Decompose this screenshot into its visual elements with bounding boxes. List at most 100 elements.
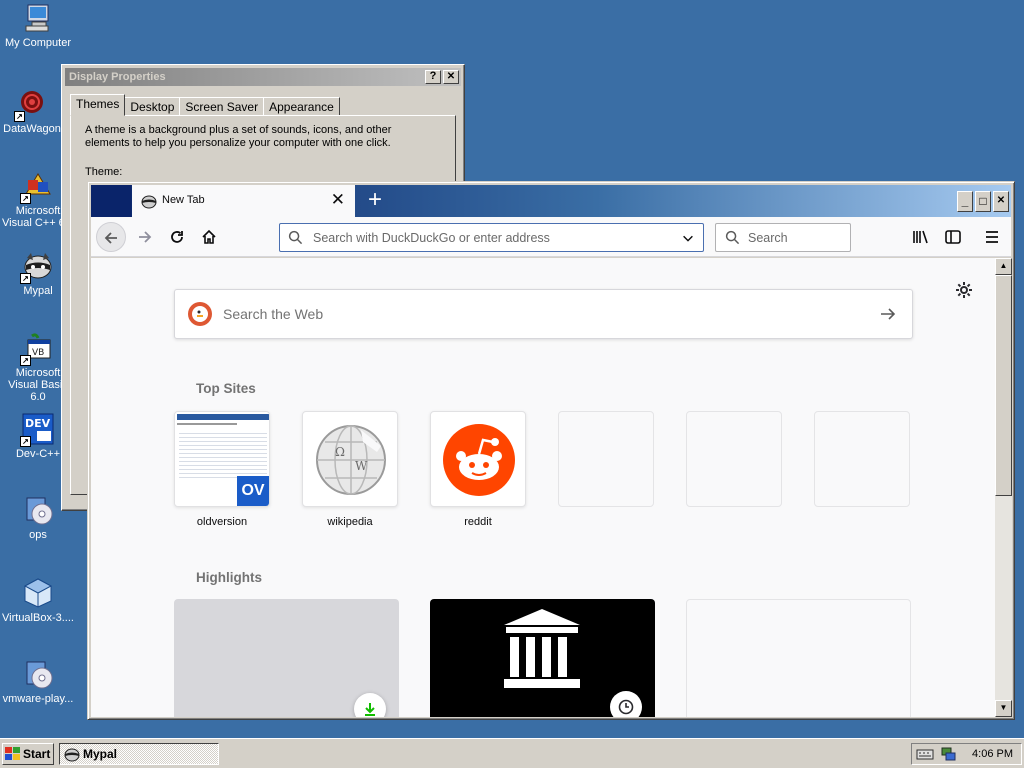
navigation-toolbar <box>91 217 1011 257</box>
top-site-tile-reddit[interactable] <box>430 411 526 507</box>
forward-arrow-icon <box>139 231 152 243</box>
home-button[interactable] <box>194 222 224 252</box>
network-icon[interactable] <box>940 746 956 762</box>
scroll-up-button[interactable]: ▲ <box>995 258 1012 275</box>
top-site-tile-wikipedia[interactable]: Ω W <box>302 411 398 507</box>
address-input[interactable] <box>311 228 671 247</box>
shortcut-arrow-icon: ↗ <box>20 193 31 204</box>
new-tab-button[interactable]: + <box>361 186 389 216</box>
clock[interactable]: 4:06 PM <box>972 748 1013 760</box>
download-icon <box>354 693 386 717</box>
home-icon <box>202 229 216 244</box>
display-properties-titlebar[interactable]: Display Properties ? ✕ <box>65 68 461 86</box>
svg-text:VB: VB <box>32 348 44 358</box>
highlight-card[interactable] <box>430 599 655 717</box>
computer-icon <box>22 2 54 34</box>
top-site-tile-empty[interactable] <box>686 411 782 507</box>
scroll-down-button[interactable]: ▼ <box>995 700 1012 717</box>
highlight-card-empty[interactable] <box>686 599 911 717</box>
top-site-label[interactable]: wikipedia <box>302 516 398 528</box>
top-site-tile-oldversion[interactable]: OV <box>174 411 270 507</box>
tab-title: New Tab <box>162 194 205 206</box>
duckduckgo-icon <box>188 302 212 326</box>
new-tab-page: Top Sites OV Ω W <box>91 258 995 717</box>
desktop-icon-vmware[interactable]: vmware-play... <box>0 658 76 705</box>
vertical-scrollbar[interactable]: ▲ ▼ <box>995 258 1012 717</box>
visual-basic-icon: VB ↗ <box>20 332 54 366</box>
mypal-raccoon-icon <box>64 748 80 762</box>
search-icon <box>725 230 740 245</box>
close-tab-icon[interactable]: ✕ <box>331 191 345 209</box>
reload-icon <box>171 231 183 243</box>
gear-icon[interactable] <box>955 281 973 299</box>
tab-screen-saver[interactable]: Screen Saver <box>179 97 265 116</box>
desktop-icon-label: DataWagon <box>3 123 61 135</box>
shortcut-arrow-icon: ↗ <box>20 355 31 366</box>
shortcut-arrow-icon: ↗ <box>20 436 31 447</box>
desktop-icon-virtualbox[interactable]: VirtualBox-3.... <box>0 577 76 624</box>
back-button[interactable] <box>96 222 126 252</box>
scroll-thumb[interactable] <box>995 275 1012 496</box>
minimize-button[interactable]: _ <box>957 191 973 212</box>
top-site-tile-empty[interactable] <box>558 411 654 507</box>
themes-description: A theme is a background plus a set of so… <box>85 124 392 149</box>
taskbar: Start Mypal 4:06 PM <box>0 738 1024 768</box>
arrow-right-icon[interactable] <box>879 305 897 323</box>
start-button[interactable]: Start <box>2 743 54 765</box>
system-tray: 4:06 PM <box>911 743 1022 765</box>
top-site-tile-empty[interactable] <box>814 411 910 507</box>
search-input[interactable] <box>746 228 846 247</box>
clock-icon <box>610 691 642 717</box>
highlight-card[interactable] <box>174 599 399 717</box>
maximize-button[interactable]: □ <box>975 191 991 212</box>
chevron-down-icon[interactable] <box>681 231 695 245</box>
oldversion-logo: OV <box>237 476 269 506</box>
top-site-label[interactable]: reddit <box>430 516 526 528</box>
hamburger-menu-icon[interactable] <box>983 228 1001 246</box>
back-arrow-icon <box>104 232 117 244</box>
start-label: Start <box>23 747 51 761</box>
oldversion-thumbnail: OV <box>175 412 269 506</box>
tab-appearance[interactable]: Appearance <box>263 97 340 116</box>
desktop-icon-label: vmware-play... <box>2 693 74 705</box>
taskbar-button-mypal[interactable]: Mypal <box>59 743 219 765</box>
svg-text:DEV: DEV <box>25 417 51 430</box>
desktop-icon-label: ops <box>29 529 47 541</box>
windows-logo-icon <box>5 747 20 760</box>
display-properties-tabs: Themes Desktop Screen Saver Appearance <box>70 94 340 116</box>
virtualbox-icon <box>22 577 54 609</box>
sidebar-icon[interactable] <box>944 228 962 246</box>
keyboard-icon[interactable] <box>916 747 934 761</box>
desktop-icon-label: My Computer <box>4 37 72 49</box>
datawagon-icon: ↗ <box>14 88 48 122</box>
help-button[interactable]: ? <box>425 70 441 84</box>
desktop-icon-label: VirtualBox-3.... <box>2 612 74 624</box>
mypal-raccoon-icon: ↗ <box>20 250 54 284</box>
web-search-box[interactable] <box>174 289 913 339</box>
address-bar[interactable] <box>279 223 704 252</box>
mypal-browser-window[interactable]: New Tab ✕ + _ □ ✕ Search with DuckDuckGo… <box>87 181 1015 720</box>
reload-button[interactable] <box>162 222 192 252</box>
reddit-logo-icon <box>443 424 515 496</box>
taskbar-button-label: Mypal <box>83 747 118 761</box>
tab-themes[interactable]: Themes <box>70 94 126 116</box>
top-sites-title: Top Sites <box>196 381 256 396</box>
tab-new-tab[interactable]: New Tab ✕ <box>132 185 355 217</box>
tab-desktop[interactable]: Desktop <box>124 97 181 116</box>
search-box[interactable] <box>715 223 851 252</box>
highlights-title: Highlights <box>196 570 262 585</box>
window-title: Display Properties <box>69 71 166 83</box>
mypal-favicon-icon <box>141 193 157 209</box>
web-search-input[interactable] <box>221 304 821 324</box>
close-button[interactable]: ✕ <box>443 70 459 84</box>
library-icon[interactable] <box>912 228 930 246</box>
installer-disc-icon <box>22 658 54 690</box>
top-site-label[interactable]: oldversion <box>174 516 270 528</box>
forward-button[interactable] <box>130 222 160 252</box>
shortcut-arrow-icon: ↗ <box>20 273 31 284</box>
desktop-icon-datawagon[interactable]: ↗ DataWagon <box>0 88 70 135</box>
desktop-icon-my-computer[interactable]: My Computer <box>0 2 76 49</box>
wikipedia-globe-icon: Ω W <box>316 425 386 495</box>
svg-text:W: W <box>355 459 368 473</box>
close-window-button[interactable]: ✕ <box>993 191 1009 212</box>
